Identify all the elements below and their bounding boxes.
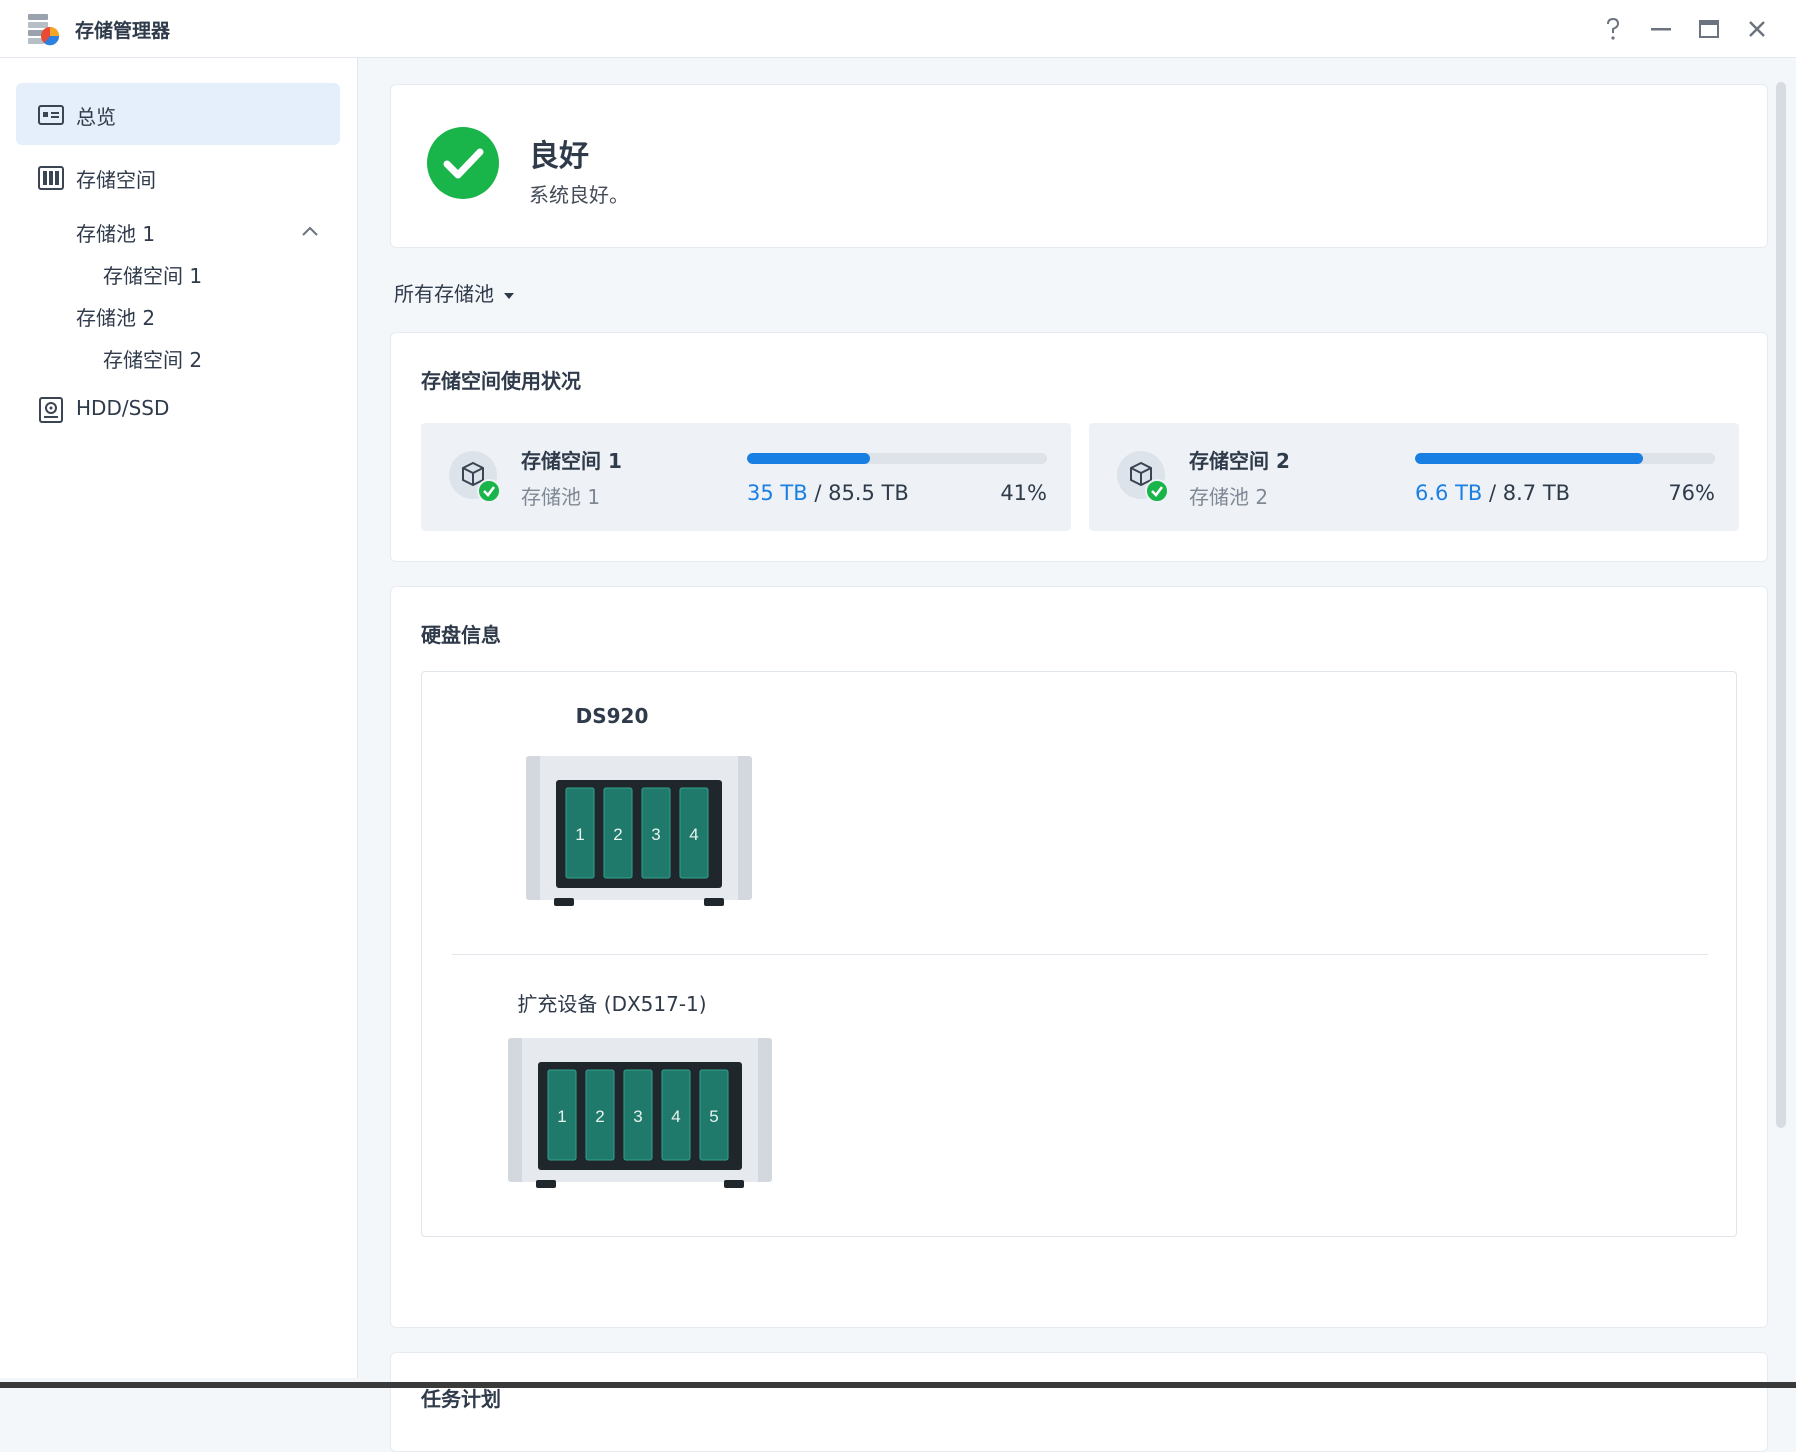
volume-cube-icon [449, 451, 501, 503]
status-card: 良好 系统良好。 [390, 84, 1768, 248]
section-title: 硬盘信息 [421, 623, 501, 647]
check-circle-icon [427, 127, 499, 199]
main-content: 良好 系统良好。 所有存储池 存储空间使用状况 存储空间 1 存储池 1 35 … [358, 58, 1796, 1452]
window-title: 存储管理器 [75, 20, 171, 42]
divider [452, 954, 1708, 955]
caret-down-icon [504, 292, 514, 299]
drive-bay-label: 3 [651, 825, 660, 844]
usage-progress-bar [1415, 453, 1715, 464]
volume-capacity: 6.6 TB / 8.7 TB [1415, 481, 1571, 505]
drive-bay-label: 2 [595, 1107, 604, 1126]
volume-tile[interactable]: 存储空间 1 存储池 1 35 TB / 85.5 TB 41% [421, 423, 1071, 531]
usage-progress-fill [747, 453, 870, 464]
vertical-scrollbar[interactable] [1776, 82, 1786, 1128]
title-bar: 存储管理器 [0, 0, 1796, 58]
volume-used: 6.6 TB [1415, 481, 1483, 505]
sidebar-item-hdd-ssd[interactable]: HDD/SSD [16, 378, 340, 440]
pool-filter-dropdown[interactable]: 所有存储池 [394, 278, 514, 307]
sidebar: 总览 存储空间 存储池 1 存储空间 1 存储池 2 存储空间 2 HDD/SS… [0, 58, 358, 1378]
status-description: 系统良好。 [529, 183, 629, 207]
minimize-icon[interactable] [1646, 14, 1676, 44]
sidebar-item-storage[interactable]: 存储空间 [16, 146, 340, 208]
volume-name: 存储空间 1 [521, 449, 622, 473]
drive-bay-label: 4 [671, 1107, 680, 1126]
sidebar-item-label: 存储空间 [76, 168, 156, 192]
close-icon[interactable] [1742, 14, 1772, 44]
storage-icon [38, 166, 64, 190]
sidebar-item-volume-1[interactable]: 存储空间 1 [103, 260, 202, 289]
volume-used: 35 TB [747, 481, 808, 505]
drive-bay-label: 2 [613, 825, 622, 844]
usage-progress-bar [747, 453, 1047, 464]
volume-total: 85.5 TB [828, 481, 909, 505]
usage-progress-fill [1415, 453, 1643, 464]
drive-bay-label: 1 [575, 825, 584, 844]
storage-manager-icon [28, 14, 60, 46]
section-title: 存储空间使用状况 [421, 369, 581, 393]
device-name: DS920 [575, 704, 649, 728]
nas-chassis-ds920[interactable]: 1 2 3 4 [526, 756, 752, 908]
drive-bay-label: 5 [709, 1107, 718, 1126]
drive-bay-label: 3 [633, 1107, 642, 1126]
volume-usage-card: 存储空间使用状况 存储空间 1 存储池 1 35 TB / 85.5 TB 41… [390, 332, 1768, 562]
volume-tile[interactable]: 存储空间 2 存储池 2 6.6 TB / 8.7 TB 76% [1089, 423, 1739, 531]
volume-pool: 存储池 1 [521, 485, 601, 509]
volume-pool: 存储池 2 [1189, 485, 1269, 509]
drive-bay-label: 4 [689, 825, 698, 844]
volume-total: 8.7 TB [1502, 481, 1571, 505]
pool-filter-label: 所有存储池 [394, 282, 494, 306]
drive-bay-label: 1 [557, 1107, 566, 1126]
sidebar-item-volume-2[interactable]: 存储空间 2 [103, 344, 202, 373]
chevron-up-icon[interactable] [300, 224, 320, 238]
disk-panel: DS920 1 2 3 4 扩充设备 (DX517-1) 1 2 3 4 5 [421, 671, 1737, 1237]
overview-icon [38, 105, 64, 125]
volume-name: 存储空间 2 [1189, 449, 1290, 473]
task-schedule-card: 任务计划 [390, 1352, 1768, 1452]
help-icon[interactable] [1598, 14, 1628, 44]
volume-capacity: 35 TB / 85.5 TB [747, 481, 909, 505]
expansion-chassis-dx517[interactable]: 1 2 3 4 5 [508, 1038, 772, 1190]
sidebar-item-label: HDD/SSD [76, 396, 170, 420]
sidebar-item-pool-1[interactable]: 存储池 1 [76, 218, 155, 247]
sidebar-item-overview[interactable]: 总览 [16, 83, 340, 145]
status-title: 良好 [529, 139, 589, 174]
device-name: 扩充设备 (DX517-1) [517, 992, 707, 1016]
disk-info-card: 硬盘信息 DS920 1 2 3 4 扩充设备 (DX517-1) 1 2 3 … [390, 586, 1768, 1328]
hdd-icon [39, 397, 63, 423]
sidebar-item-label: 总览 [76, 105, 116, 129]
volume-cube-icon [1117, 451, 1169, 503]
window-bottom-edge [0, 1382, 1796, 1388]
volume-percent: 76% [1668, 481, 1715, 505]
maximize-icon[interactable] [1694, 14, 1724, 44]
sidebar-item-pool-2[interactable]: 存储池 2 [76, 302, 155, 331]
volume-percent: 41% [1000, 481, 1047, 505]
